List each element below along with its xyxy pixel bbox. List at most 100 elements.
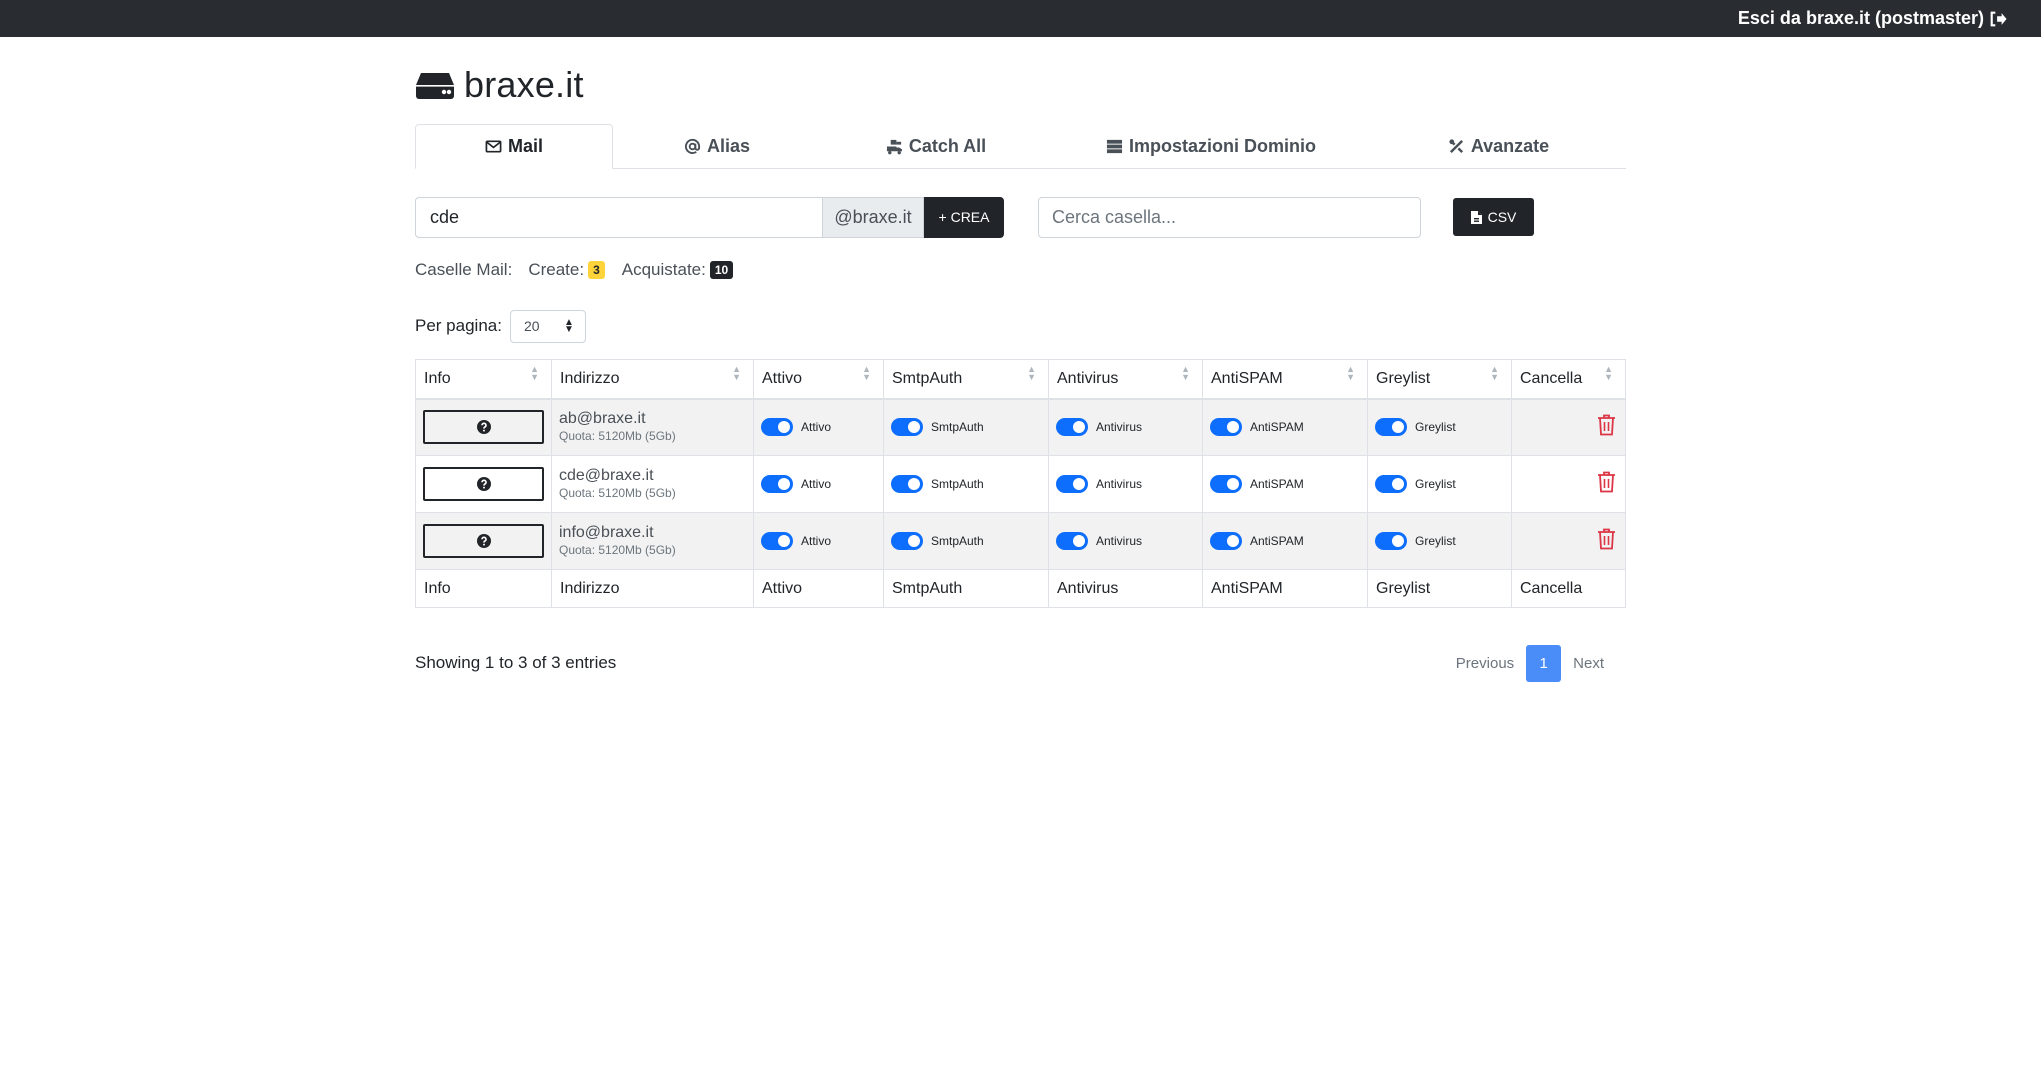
select-arrows-icon: ▲ ▼: [564, 317, 574, 335]
info-button[interactable]: [423, 524, 544, 558]
table-header-row: Info ▲ ▼ Indirizzo ▲ ▼ Attivo ▲ ▼ SmtpAuth ▲ ▼ A…: [415, 359, 1626, 400]
greylist-toggle[interactable]: [1375, 418, 1407, 437]
page-1-button[interactable]: 1: [1526, 644, 1562, 682]
table-footer-row: Info Indirizzo Attivo SmtpAuth Antivirus…: [415, 569, 1626, 608]
main-container: braxe.it Mail Alias Catch All Impostazio…: [415, 37, 1626, 682]
footer-antivirus: Antivirus: [1048, 569, 1203, 608]
tab-catch-all[interactable]: Catch All: [821, 124, 1051, 169]
footer-cancella: Cancella: [1511, 569, 1626, 608]
delete-button[interactable]: [1597, 528, 1616, 555]
question-circle-icon: [476, 534, 491, 548]
delete-cell: [1511, 398, 1626, 456]
hdd-icon: [416, 73, 454, 99]
csv-button[interactable]: CSV: [1453, 198, 1534, 236]
smtpauth-toggle[interactable]: [891, 475, 923, 493]
info-cell: [415, 398, 552, 456]
attivo-cell: Attivo: [753, 398, 884, 456]
address-cell: ab@braxe.it Quota: 5120Mb (5Gb): [551, 398, 754, 456]
create-button[interactable]: + CREA: [924, 196, 1004, 238]
logout-label: Esci da braxe.it (postmaster): [1737, 8, 1984, 28]
per-page-label: Per pagina:: [415, 316, 502, 335]
greylist-cell: Greylist: [1367, 512, 1512, 570]
info-button[interactable]: [423, 410, 544, 445]
mailbox-address: info@braxe.it: [559, 523, 654, 541]
sort-icon: ▲ ▼: [1490, 364, 1499, 382]
smtpauth-switch: SmtpAuth: [891, 475, 1041, 493]
attivo-switch: Attivo: [761, 418, 876, 437]
sort-icon: ▲ ▼: [732, 364, 741, 382]
antivirus-cell: Antivirus: [1048, 455, 1203, 513]
smtpauth-toggle[interactable]: [891, 418, 923, 437]
attivo-toggle[interactable]: [761, 532, 793, 550]
column-header-smtpauth[interactable]: SmtpAuth ▲ ▼: [883, 359, 1049, 400]
next-page-button[interactable]: Next: [1561, 655, 1616, 672]
smtpauth-switch: SmtpAuth: [891, 532, 1041, 550]
greylist-toggle[interactable]: [1375, 475, 1407, 493]
column-header-indirizzo[interactable]: Indirizzo ▲ ▼: [551, 359, 754, 400]
server-icon: [1106, 139, 1123, 154]
column-header-antispam[interactable]: AntiSPAM ▲ ▼: [1202, 359, 1368, 400]
column-header-antivirus[interactable]: Antivirus ▲ ▼: [1048, 359, 1203, 400]
attivo-toggle[interactable]: [761, 475, 793, 493]
tab-label: Alias: [706, 136, 751, 156]
antispam-cell: AntiSPAM: [1202, 398, 1368, 456]
footer-smtpauth: SmtpAuth: [883, 569, 1049, 608]
brand-header: braxe.it: [415, 63, 1626, 107]
delete-button[interactable]: [1597, 471, 1616, 498]
domain-suffix: @braxe.it: [823, 196, 924, 238]
sort-icon: ▲ ▼: [1604, 364, 1613, 382]
mailbox-stats: Caselle Mail: Create: 3 Acquistate: 10: [415, 258, 1626, 282]
sign-out-icon: [1990, 11, 2007, 26]
greylist-cell: Greylist: [1367, 398, 1512, 456]
antivirus-toggle[interactable]: [1056, 532, 1088, 550]
smtpauth-cell: SmtpAuth: [883, 455, 1049, 513]
mailbox-table: Info ▲ ▼ Indirizzo ▲ ▼ Attivo ▲ ▼ SmtpAuth ▲ ▼ A…: [415, 359, 1626, 608]
toggle-label: Greylist: [1415, 477, 1456, 491]
tab-avanzate[interactable]: Avanzate: [1371, 124, 1626, 169]
previous-page-button[interactable]: Previous: [1444, 655, 1526, 672]
csv-label: CSV: [1487, 209, 1517, 225]
column-header-info[interactable]: Info ▲ ▼: [415, 359, 552, 400]
per-page-value: 20: [523, 318, 540, 334]
antispam-toggle[interactable]: [1210, 532, 1242, 550]
delete-cell: [1511, 455, 1626, 513]
tab-impostazioni-dominio[interactable]: Impostazioni Dominio: [1051, 124, 1371, 169]
tab-alias[interactable]: Alias: [613, 124, 821, 169]
delete-button[interactable]: [1597, 414, 1616, 441]
antivirus-cell: Antivirus: [1048, 398, 1203, 456]
pagination: Previous 1 Next: [1444, 644, 1616, 682]
antivirus-switch: Antivirus: [1056, 532, 1195, 550]
new-mailbox-input[interactable]: [415, 196, 823, 238]
antispam-toggle[interactable]: [1210, 418, 1242, 437]
search-input[interactable]: [1038, 196, 1421, 238]
antivirus-switch: Antivirus: [1056, 475, 1195, 493]
toggle-label: Attivo: [801, 477, 832, 491]
truck-loading-icon: [886, 139, 902, 155]
toggle-label: Attivo: [801, 534, 832, 548]
antivirus-toggle[interactable]: [1056, 475, 1088, 493]
antispam-toggle[interactable]: [1210, 475, 1242, 493]
antivirus-toggle[interactable]: [1056, 418, 1088, 437]
attivo-toggle[interactable]: [761, 418, 793, 437]
page-title: braxe.it: [464, 64, 584, 105]
column-header-cancella[interactable]: Cancella ▲ ▼: [1511, 359, 1626, 400]
attivo-switch: Attivo: [761, 532, 876, 550]
antispam-switch: AntiSPAM: [1210, 418, 1360, 437]
logout-link[interactable]: Esci da braxe.it (postmaster): [1738, 8, 2007, 29]
column-header-attivo[interactable]: Attivo ▲ ▼: [753, 359, 884, 400]
info-button[interactable]: [423, 467, 544, 501]
smtpauth-toggle[interactable]: [891, 532, 923, 550]
created-label: Create:: [528, 260, 585, 279]
column-header-greylist[interactable]: Greylist ▲ ▼: [1367, 359, 1512, 400]
tab-mail[interactable]: Mail: [415, 124, 613, 169]
greylist-toggle[interactable]: [1375, 532, 1407, 550]
footer-greylist: Greylist: [1367, 569, 1512, 608]
per-page-select[interactable]: 20 ▲ ▼: [509, 309, 586, 343]
delete-cell: [1511, 512, 1626, 570]
trash-icon: [1598, 414, 1615, 436]
tab-label: Impostazioni Dominio: [1129, 136, 1316, 156]
greylist-switch: Greylist: [1375, 475, 1504, 493]
info-cell: [415, 455, 552, 513]
antispam-switch: AntiSPAM: [1210, 475, 1360, 493]
greylist-switch: Greylist: [1375, 418, 1504, 437]
